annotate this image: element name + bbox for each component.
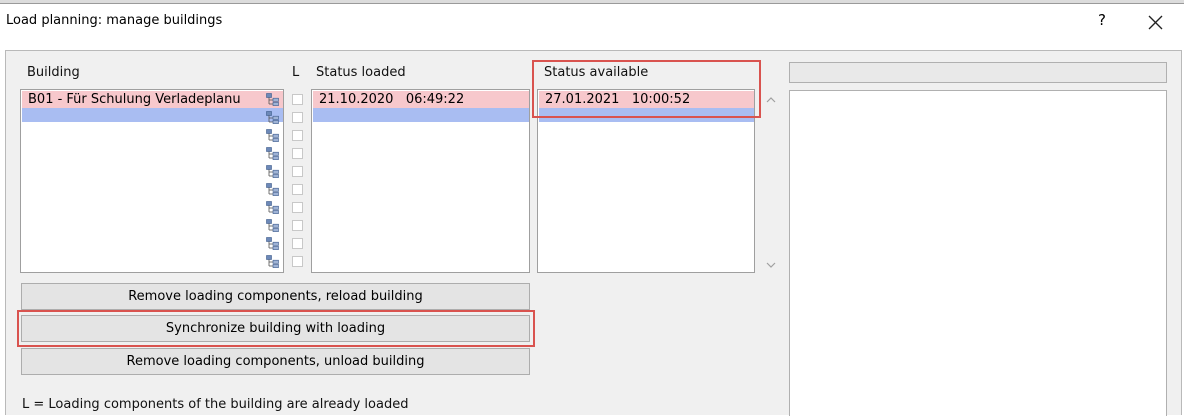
- synchronize-building-button[interactable]: Synchronize building with loading: [21, 315, 530, 342]
- right-header-bar: [789, 62, 1167, 83]
- tree-icon[interactable]: [266, 93, 279, 106]
- header-building: Building: [27, 65, 80, 80]
- help-button[interactable]: ?: [1092, 11, 1112, 29]
- status-loaded-list[interactable]: 21.10.2020 06:49:22: [311, 89, 530, 273]
- status-loaded-row-focus[interactable]: [313, 108, 529, 122]
- loaded-checkbox[interactable]: [292, 112, 303, 123]
- window-title: Load planning: manage buildings: [6, 13, 223, 28]
- tree-icon[interactable]: [266, 237, 279, 250]
- title-bar: Load planning: manage buildings ?: [0, 4, 1184, 38]
- loaded-checkbox[interactable]: [292, 220, 303, 231]
- status-loaded-row-selected[interactable]: 21.10.2020 06:49:22: [313, 91, 529, 108]
- main-panel: Building L Status loaded Status availabl…: [5, 50, 1182, 416]
- status-available-row-selected[interactable]: 27.01.2021 10:00:52: [539, 91, 754, 108]
- tree-icon[interactable]: [266, 165, 279, 178]
- legend-note: L = Loading components of the building a…: [22, 397, 409, 412]
- detail-pane[interactable]: [789, 90, 1167, 416]
- loaded-checkbox[interactable]: [292, 94, 303, 105]
- tree-icon[interactable]: [266, 255, 279, 268]
- header-status-loaded: Status loaded: [316, 65, 406, 80]
- close-icon: [1148, 15, 1163, 30]
- building-row-selected[interactable]: B01 - Für Schulung Verladeplanu: [22, 91, 283, 108]
- loaded-checkbox[interactable]: [292, 202, 303, 213]
- status-available-row-focus[interactable]: [539, 108, 754, 122]
- status-available-value: 27.01.2021 10:00:52: [545, 92, 691, 107]
- header-status-available: Status available: [544, 65, 649, 80]
- tree-icon[interactable]: [266, 201, 279, 214]
- tree-icon[interactable]: [266, 129, 279, 142]
- scroll-up-icon[interactable]: [766, 97, 776, 103]
- dialog-client: Building L Status loaded Status availabl…: [0, 38, 1184, 416]
- loaded-checkbox[interactable]: [292, 184, 303, 195]
- header-l: L: [292, 65, 300, 80]
- tree-icon[interactable]: [266, 183, 279, 196]
- loaded-checkbox[interactable]: [292, 238, 303, 249]
- unload-building-button[interactable]: Remove loading components, unload buildi…: [21, 348, 530, 375]
- loaded-checkbox[interactable]: [292, 166, 303, 177]
- building-row-label: B01 - Für Schulung Verladeplanu: [28, 92, 241, 107]
- status-loaded-value: 21.10.2020 06:49:22: [319, 92, 465, 107]
- reload-building-button[interactable]: Remove loading components, reload buildi…: [21, 283, 530, 310]
- building-row-focus[interactable]: [22, 108, 283, 122]
- list-scrollbar[interactable]: [761, 89, 781, 275]
- tree-icon[interactable]: [266, 111, 279, 124]
- close-button[interactable]: [1143, 11, 1167, 33]
- loaded-checkbox[interactable]: [292, 130, 303, 141]
- status-available-list[interactable]: 27.01.2021 10:00:52: [537, 89, 755, 273]
- scroll-down-icon[interactable]: [766, 262, 776, 268]
- loaded-checkbox[interactable]: [292, 148, 303, 159]
- tree-icon[interactable]: [266, 147, 279, 160]
- tree-icon[interactable]: [266, 219, 279, 232]
- loaded-checkbox[interactable]: [292, 256, 303, 267]
- building-list[interactable]: B01 - Für Schulung Verladeplanu: [20, 89, 284, 273]
